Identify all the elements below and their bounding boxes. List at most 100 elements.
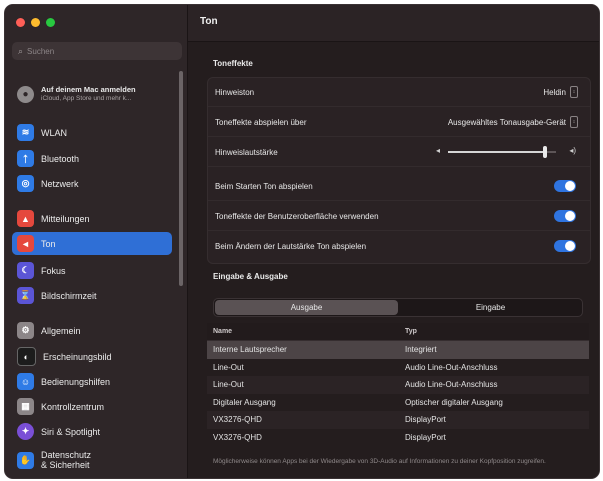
zoom-window-button[interactable] <box>46 18 55 27</box>
spatial-audio-footnote: Möglicherweise können Apps bei der Wiede… <box>213 458 546 465</box>
section-heading-toneffekte: Toneffekte <box>213 59 253 68</box>
close-window-button[interactable] <box>16 18 25 27</box>
row-lautstaerke-ton: Beim Ändern der Lautstärke Ton abspielen <box>208 232 590 260</box>
sidebar-item-bedienungshilfen[interactable]: ☺ Bedienungshilfen <box>12 370 172 393</box>
table-row[interactable]: Line-Out Audio Line-Out-Anschluss <box>207 359 589 377</box>
slider-thumb[interactable] <box>543 146 548 158</box>
column-header-name[interactable]: Name <box>207 328 405 335</box>
sidebar-item-label: WLAN <box>41 127 68 138</box>
globe-icon: ◎ <box>17 175 34 192</box>
appearance-icon: ◐ <box>17 347 36 366</box>
sidebar-item-label: Erscheinungsbild <box>43 351 112 362</box>
chevron-updown-icon: ↕ <box>570 86 578 98</box>
minimize-window-button[interactable] <box>31 18 40 27</box>
cell-name: Line-Out <box>213 380 244 390</box>
sidebar-item-netzwerk[interactable]: ◎ Netzwerk <box>12 172 172 195</box>
search-field[interactable]: ⌕ Suchen <box>12 42 182 60</box>
toggle-knob <box>565 211 575 221</box>
cell-name: Digitaler Ausgang <box>213 397 276 407</box>
section-heading-eingabe-ausgabe: Eingabe & Ausgabe <box>213 272 288 281</box>
hourglass-icon: ⌛ <box>17 287 34 304</box>
sidebar-item-label: Allgemein <box>41 325 81 336</box>
bell-icon: ▲ <box>17 210 34 227</box>
hinweislautstaerke-label: Hinweislautstärke <box>215 147 278 157</box>
table-row[interactable]: Interne Lautsprecher Integriert <box>207 341 589 359</box>
account-signin[interactable]: ● Auf deinem Mac anmelden iCloud, App St… <box>12 80 177 108</box>
sidebar-item-label: Bluetooth <box>41 153 80 164</box>
settings-window: ⌕ Suchen ● Auf deinem Mac anmelden iClou… <box>4 4 600 479</box>
hand-icon: ✋ <box>17 451 34 469</box>
wifi-icon: ≋ <box>17 124 34 141</box>
sidebar-item-label: Mitteilungen <box>41 213 90 224</box>
window-controls <box>16 18 55 27</box>
sidebar-item-label: Fokus <box>41 265 66 276</box>
sidebar-item-label: Siri & Spotlight <box>41 426 101 437</box>
sidebar: ⌕ Suchen ● Auf deinem Mac anmelden iClou… <box>5 5 188 478</box>
titlebar: Ton <box>188 5 599 42</box>
moon-icon: ☾ <box>17 262 34 279</box>
sidebar-item-bluetooth[interactable]: ᛏ Bluetooth <box>12 147 172 170</box>
column-header-typ[interactable]: Typ <box>405 328 417 335</box>
sidebar-item-label: Netzwerk <box>41 178 79 189</box>
cell-type: Integriert <box>405 345 437 355</box>
sidebar-item-ton[interactable]: ◄ Ton <box>12 232 172 255</box>
slider-track <box>448 146 556 158</box>
bluetooth-icon: ᛏ <box>17 150 34 167</box>
accessibility-icon: ☺ <box>17 373 34 390</box>
hinweiston-value: Heldin <box>543 87 566 97</box>
row-abspielen-ueber: Toneffekte abspielen über Ausgewähltes T… <box>208 108 590 137</box>
toggle-knob <box>565 181 575 191</box>
gear-icon: ⚙ <box>17 322 34 339</box>
row-hinweislautstaerke: Hinweislautstärke ◂ ◂) <box>208 138 590 167</box>
speaker-high-icon: ◂) <box>569 146 576 155</box>
lautstaerke-ton-toggle[interactable] <box>554 240 576 252</box>
sidebar-item-erscheinungsbild[interactable]: ◐ Erscheinungsbild <box>12 345 172 368</box>
sidebar-item-bildschirmzeit[interactable]: ⌛ Bildschirmzeit <box>12 284 172 307</box>
account-subtitle: iCloud, App Store und mehr k... <box>41 95 132 102</box>
sidebar-item-mitteilungen[interactable]: ▲ Mitteilungen <box>12 207 172 230</box>
tab-eingabe[interactable]: Eingabe <box>399 299 582 316</box>
table-header: Name Typ <box>207 323 589 341</box>
hinweiston-popup[interactable]: Heldin ↕ <box>543 86 578 98</box>
hinweislautstaerke-slider[interactable]: ◂ ◂) <box>436 146 576 158</box>
abspielen-popup[interactable]: Ausgewähltes Tonausgabe-Gerät ↕ <box>448 116 578 128</box>
slider-fill <box>448 151 546 153</box>
account-title: Auf deinem Mac anmelden <box>41 85 136 94</box>
start-ton-toggle[interactable] <box>554 180 576 192</box>
main-pane: Ton Toneffekte Hinweiston Heldin ↕ Tonef… <box>188 5 599 478</box>
sidebar-item-label: Bedienungshilfen <box>41 376 111 387</box>
abspielen-label: Toneffekte abspielen über <box>215 117 307 127</box>
cell-type: Audio Line-Out-Anschluss <box>405 362 498 372</box>
sidebar-scrollbar[interactable] <box>179 71 183 286</box>
lautstaerke-ton-label: Beim Ändern der Lautstärke Ton abspielen <box>215 241 367 251</box>
abspielen-value: Ausgewähltes Tonausgabe-Gerät <box>447 117 566 127</box>
start-ton-label: Beim Starten Ton abspielen <box>215 181 313 191</box>
row-hinweiston: Hinweiston Heldin ↕ <box>208 78 590 107</box>
output-devices-table: Name Typ Interne Lautsprecher Integriert… <box>207 323 589 446</box>
user-avatar-icon: ● <box>17 85 34 103</box>
table-row[interactable]: Digitaler Ausgang Optischer digitaler Au… <box>207 394 589 412</box>
control-center-icon: ▦ <box>17 398 34 415</box>
table-row[interactable]: VX3276-QHD DisplayPort <box>207 429 589 447</box>
sidebar-item-kontrollzentrum[interactable]: ▦ Kontrollzentrum <box>12 395 172 418</box>
ui-toneffekte-label: Toneffekte der Benutzeroberfläche verwen… <box>215 211 379 221</box>
table-row[interactable]: Line-Out Audio Line-Out-Anschluss <box>207 376 589 394</box>
row-ui-toneffekte: Toneffekte der Benutzeroberfläche verwen… <box>208 202 590 231</box>
table-row[interactable]: VX3276-QHD DisplayPort <box>207 411 589 429</box>
sidebar-item-siri-spotlight[interactable]: ✦ Siri & Spotlight <box>12 420 172 443</box>
cell-name: Interne Lautsprecher <box>213 345 287 355</box>
sidebar-item-wlan[interactable]: ≋ WLAN <box>12 121 172 144</box>
sidebar-item-fokus[interactable]: ☾ Fokus <box>12 259 172 282</box>
tab-ausgabe[interactable]: Ausgabe <box>215 300 398 315</box>
sidebar-item-label: Kontrollzentrum <box>41 401 105 412</box>
speaker-low-icon: ◂ <box>436 146 441 155</box>
cell-type: DisplayPort <box>405 415 446 425</box>
sidebar-item-label: Ton <box>41 238 56 249</box>
sidebar-item-datenschutz[interactable]: ✋ Datenschutz & Sicherheit <box>12 446 172 474</box>
sidebar-item-label: Datenschutz & Sicherheit <box>41 450 92 470</box>
cell-name: VX3276-QHD <box>213 432 262 442</box>
sidebar-item-allgemein[interactable]: ⚙ Allgemein <box>12 319 172 342</box>
cell-name: Line-Out <box>213 362 244 372</box>
ui-toneffekte-toggle[interactable] <box>554 210 576 222</box>
siri-icon: ✦ <box>17 423 34 440</box>
